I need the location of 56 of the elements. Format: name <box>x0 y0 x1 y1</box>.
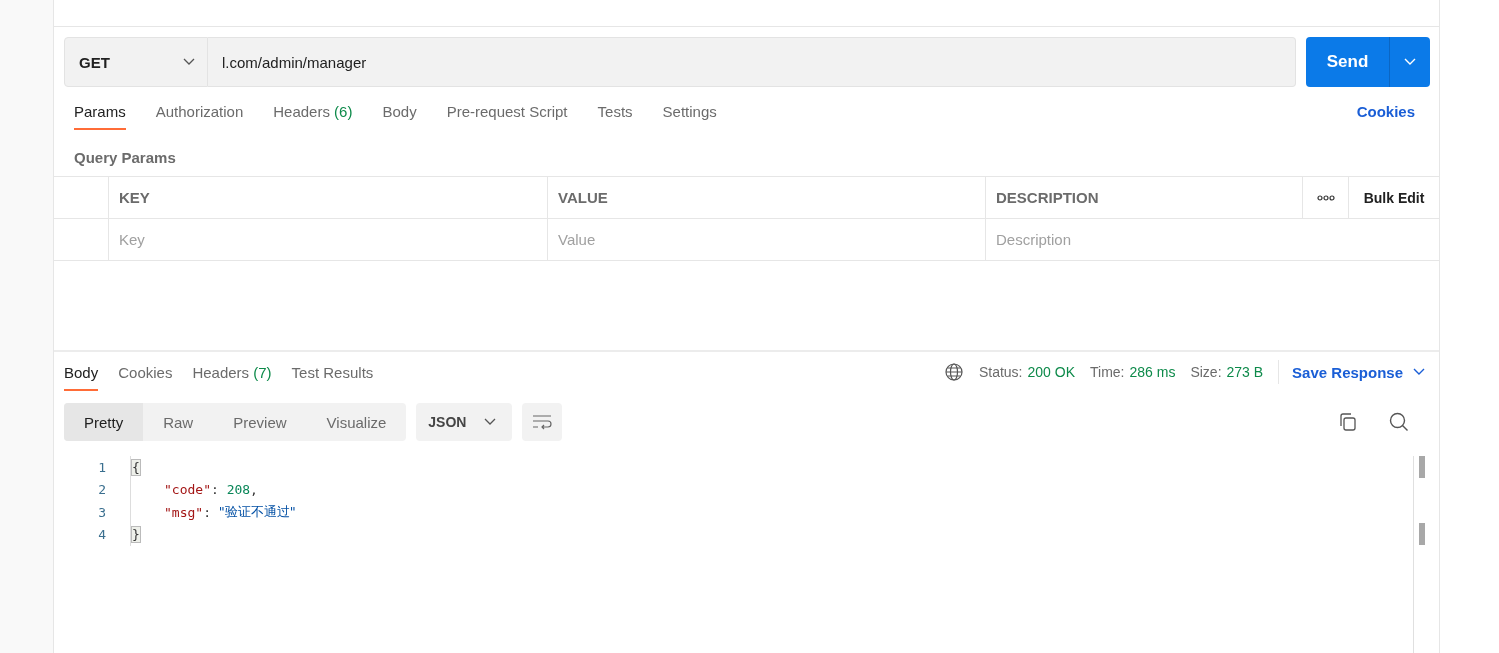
format-dropdown[interactable]: JSON <box>416 403 513 441</box>
chevron-down-icon <box>1404 58 1416 66</box>
request-tab[interactable]: Body <box>382 93 417 130</box>
wrap-lines-icon <box>532 414 553 430</box>
save-response-button[interactable]: Save Response <box>1292 363 1425 381</box>
chevron-down-icon <box>484 418 497 426</box>
cookies-link[interactable]: Cookies <box>1356 103 1415 120</box>
view-mode-tab[interactable]: Preview <box>213 403 307 441</box>
line-number: 4 <box>97 527 106 543</box>
code-token: "msg" <box>164 504 204 520</box>
line-number: 1 <box>97 459 106 475</box>
scrollbar-thumb[interactable] <box>1419 456 1425 478</box>
view-mode-tab[interactable]: Raw <box>143 403 214 441</box>
chevron-down-icon <box>1413 368 1425 376</box>
code-token: , <box>250 482 258 498</box>
status-label: Size: <box>1190 364 1222 380</box>
code-token: 208 <box>226 482 251 498</box>
column-header: KEY <box>119 189 150 206</box>
request-tab[interactable]: Authorization <box>155 93 244 130</box>
line-number: 3 <box>97 504 106 520</box>
request-tab[interactable]: Tests <box>597 93 633 130</box>
search-icon[interactable] <box>1389 412 1409 432</box>
status-label: Status: <box>978 364 1023 380</box>
more-icon[interactable] <box>1316 194 1335 201</box>
column-header: DESCRIPTION <box>996 189 1099 206</box>
status-label: Time: <box>1090 364 1125 380</box>
chevron-down-icon <box>183 58 195 66</box>
code-token: "code" <box>164 482 211 498</box>
url-field[interactable]: l.com/admin/manager <box>208 37 1296 87</box>
globe-icon[interactable] <box>944 363 963 381</box>
code-token: "验证不通过" <box>218 503 296 522</box>
view-mode-tab[interactable]: Visualize <box>306 403 407 441</box>
scrollbar-thumb[interactable] <box>1419 523 1425 545</box>
response-tab[interactable]: Test Results <box>291 353 374 391</box>
code-token: { <box>131 458 141 476</box>
status-value: 286 ms <box>1129 364 1176 380</box>
code-token: } <box>131 526 141 544</box>
request-tab[interactable]: Settings <box>662 93 717 130</box>
status-value: 200 OK <box>1027 364 1075 380</box>
response-tab[interactable]: Cookies <box>118 353 173 391</box>
request-tab[interactable]: Params <box>74 93 126 130</box>
status-value: 273 B <box>1226 364 1264 380</box>
line-number: 2 <box>97 482 106 498</box>
section-title: Query Params <box>73 148 177 168</box>
code-token: : <box>210 482 220 498</box>
request-tab[interactable]: Pre-request Script <box>446 93 568 130</box>
send-button[interactable]: Send <box>1306 37 1390 87</box>
code-token: : <box>203 504 212 520</box>
response-tab[interactable]: Headers (7) <box>192 353 272 391</box>
response-tab[interactable]: Body <box>64 353 99 391</box>
bulk-edit-button[interactable]: Bulk Edit <box>1361 189 1427 206</box>
method-dropdown[interactable]: GET <box>64 37 208 87</box>
column-header: VALUE <box>558 189 608 206</box>
view-mode-tab[interactable]: Pretty <box>64 403 144 441</box>
request-tab[interactable]: Headers (6) <box>273 93 353 130</box>
copy-icon[interactable] <box>1339 413 1357 431</box>
